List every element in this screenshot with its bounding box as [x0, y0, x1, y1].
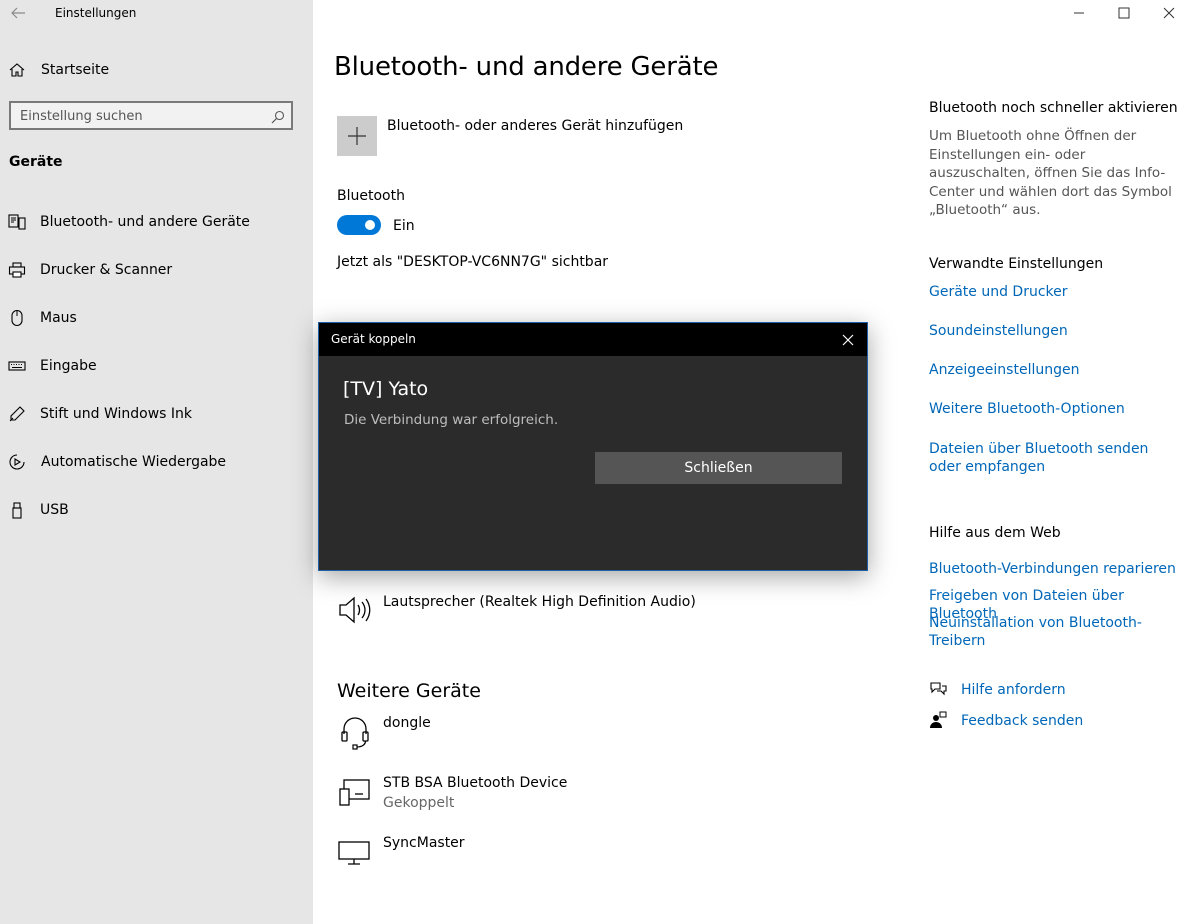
link-sound-settings[interactable]: Soundeinstellungen — [929, 322, 1068, 340]
pen-icon — [8, 405, 26, 423]
add-device-label[interactable]: Bluetooth- oder anderes Gerät hinzufügen — [387, 118, 683, 134]
connection-message: Die Verbindung war erfolgreich. — [344, 412, 559, 428]
search-input[interactable] — [20, 107, 265, 125]
link-reinstall-drivers[interactable]: Neuinstallation von Bluetooth-Treibern — [929, 614, 1192, 650]
link-get-help[interactable]: Hilfe anfordern — [961, 681, 1066, 699]
maximize-icon[interactable] — [1114, 4, 1134, 22]
related-title: Verwandte Einstellungen — [929, 256, 1104, 272]
printer-icon — [8, 261, 26, 279]
devices-icon — [337, 775, 373, 811]
other-devices-title: Weitere Geräte — [337, 680, 481, 702]
sidebar-item-label: Maus — [40, 310, 77, 326]
help-icon — [929, 680, 947, 698]
link-more-bluetooth-options[interactable]: Weitere Bluetooth-Optionen — [929, 400, 1125, 418]
close-window-icon[interactable] — [1159, 4, 1179, 22]
sidebar-item-label: Automatische Wiedergabe — [41, 454, 227, 470]
bluetooth-devices-icon — [8, 213, 26, 231]
device-status: Gekoppelt — [383, 795, 455, 811]
sidebar-item-home[interactable]: Startseite — [0, 50, 313, 90]
sidebar-item-label: Drucker & Scanner — [40, 262, 173, 278]
quick-title: Bluetooth noch schneller aktivieren — [929, 100, 1178, 116]
back-arrow-icon[interactable] — [9, 4, 27, 22]
headset-icon — [337, 714, 373, 750]
visible-as-text: Jetzt als "DESKTOP-VC6NN7G" sichtbar — [337, 254, 609, 270]
add-device-button[interactable] — [337, 116, 377, 156]
usb-icon — [8, 501, 26, 519]
sidebar-item-label: USB — [40, 502, 69, 518]
bluetooth-toggle[interactable] — [337, 215, 381, 235]
sidebar-item-label: Startseite — [41, 62, 110, 78]
sidebar-item-label: Stift und Windows Ink — [40, 406, 193, 422]
device-name-syncmaster[interactable]: SyncMaster — [383, 835, 465, 851]
link-send-receive-files[interactable]: Dateien über Bluetooth senden oder empfa… — [929, 440, 1169, 476]
quick-text: Um Bluetooth ohne Öffnen der Einstellung… — [929, 128, 1172, 218]
speaker-icon — [337, 592, 373, 628]
search-icon[interactable] — [271, 109, 285, 124]
close-button[interactable]: Schließen — [595, 452, 842, 484]
pairing-dialog: Gerät koppeln [TV] Yato Die Verbindung w… — [318, 322, 868, 571]
section-title: Geräte — [9, 154, 63, 170]
plus-icon — [348, 127, 366, 145]
device-name-dongle[interactable]: dongle — [383, 715, 431, 731]
sidebar-item-autoplay[interactable]: Automatische Wiedergabe — [0, 442, 313, 482]
sidebar-item-bluetooth[interactable]: Bluetooth- und andere Geräte — [0, 202, 313, 242]
sidebar: Einstellungen Startseite Geräte Bluetoot… — [0, 0, 313, 924]
mouse-icon — [8, 309, 26, 327]
web-help-title: Hilfe aus dem Web — [929, 525, 1061, 541]
device-name-stb[interactable]: STB BSA Bluetooth Device — [383, 775, 567, 791]
bluetooth-label: Bluetooth — [337, 188, 405, 204]
monitor-icon — [337, 834, 373, 870]
sidebar-item-pen[interactable]: Stift und Windows Ink — [0, 394, 313, 434]
sidebar-item-mouse[interactable]: Maus — [0, 298, 313, 338]
page-title: Bluetooth- und andere Geräte — [334, 52, 719, 82]
dialog-title: Gerät koppeln — [331, 332, 416, 346]
dialog-titlebar: Gerät koppeln — [319, 323, 867, 356]
sidebar-item-printers[interactable]: Drucker & Scanner — [0, 250, 313, 290]
toggle-knob — [365, 220, 375, 230]
app-title: Einstellungen — [55, 6, 137, 20]
home-icon — [8, 61, 26, 79]
autoplay-icon — [8, 453, 26, 471]
toggle-state-label: Ein — [393, 218, 415, 234]
sidebar-item-input[interactable]: Eingabe — [0, 346, 313, 386]
link-devices-printers[interactable]: Geräte und Drucker — [929, 283, 1068, 301]
audio-device-name[interactable]: Lautsprecher (Realtek High Definition Au… — [383, 594, 696, 610]
sidebar-item-label: Eingabe — [40, 358, 97, 374]
sidebar-item-usb[interactable]: USB — [0, 490, 313, 530]
link-send-feedback[interactable]: Feedback senden — [961, 712, 1083, 730]
link-fix-bluetooth[interactable]: Bluetooth-Verbindungen reparieren — [929, 560, 1176, 578]
paired-device-name: [TV] Yato — [343, 378, 429, 400]
feedback-icon — [929, 711, 947, 729]
close-icon[interactable] — [841, 332, 855, 346]
search-box[interactable] — [9, 101, 293, 130]
minimize-icon[interactable] — [1069, 4, 1089, 22]
link-display-settings[interactable]: Anzeigeeinstellungen — [929, 361, 1079, 379]
keyboard-icon — [8, 357, 26, 375]
sidebar-item-label: Bluetooth- und andere Geräte — [40, 214, 250, 230]
